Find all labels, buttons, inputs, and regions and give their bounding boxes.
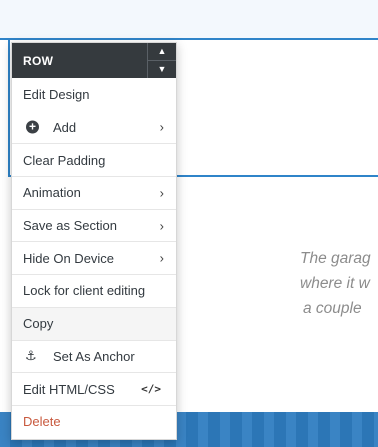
move-arrows: ▲ ▼	[147, 43, 176, 78]
menu-item-label: Save as Section	[23, 218, 117, 234]
menu-header: ROW ▲ ▼	[12, 43, 176, 78]
menu-item-label: Hide On Device	[23, 250, 115, 266]
menu-title: ROW	[23, 53, 54, 68]
arrow-down-icon: ▼	[157, 63, 167, 74]
menu-item-set-as-anchor[interactable]: ⚓ Set As Anchor	[12, 339, 176, 373]
code-icon: </>	[141, 382, 161, 396]
move-down-button[interactable]: ▼	[147, 60, 176, 78]
menu-item-label: Edit Design	[23, 86, 90, 102]
menu-item-edit-html-css[interactable]: Edit HTML/CSS </>	[12, 372, 176, 405]
menu-item-hide-on-device[interactable]: Hide On Device ›	[12, 241, 176, 274]
menu-item-save-as-section[interactable]: Save as Section ›	[12, 208, 176, 242]
menu-item-lock-client-editing[interactable]: Lock for client editing	[12, 274, 176, 307]
menu-item-label: Delete	[23, 414, 61, 430]
plus-circle-icon: +	[26, 120, 39, 134]
menu-item-label: Set As Anchor	[53, 348, 135, 364]
menu-item-delete[interactable]: Delete	[12, 404, 176, 438]
menu-item-label: Clear Padding	[23, 152, 106, 168]
arrow-up-icon: ▲	[157, 45, 167, 56]
anchor-icon: ⚓	[25, 348, 37, 364]
page-header-area	[0, 0, 378, 38]
menu-item-edit-design[interactable]: Edit Design	[12, 78, 176, 111]
menu-item-label: Edit HTML/CSS	[23, 381, 115, 397]
page-canvas: The garag where it w a couple ROW ▲ ▼ Ed…	[0, 0, 378, 447]
quote-text: The garag where it w a couple	[300, 246, 378, 321]
row-context-menu: ROW ▲ ▼ Edit Design + Add › Clear Paddin…	[11, 42, 177, 440]
chevron-right-icon: ›	[159, 119, 164, 135]
menu-item-animation[interactable]: Animation ›	[12, 176, 176, 209]
quote-line: a couple	[303, 300, 362, 317]
chevron-right-icon: ›	[159, 185, 164, 201]
move-up-button[interactable]: ▲	[147, 43, 176, 61]
menu-item-copy[interactable]: Copy	[12, 306, 176, 340]
menu-item-label: Add	[53, 119, 77, 135]
menu-item-clear-padding[interactable]: Clear Padding	[12, 143, 176, 176]
menu-item-label: Copy	[23, 316, 54, 332]
quote-line: where it w	[300, 275, 370, 292]
chevron-right-icon: ›	[159, 218, 164, 234]
menu-item-add[interactable]: + Add ›	[12, 111, 176, 144]
menu-item-label: Lock for client editing	[23, 283, 146, 299]
quote-line: The garag	[300, 250, 371, 267]
menu-item-label: Animation	[23, 185, 81, 201]
chevron-right-icon: ›	[159, 250, 164, 266]
